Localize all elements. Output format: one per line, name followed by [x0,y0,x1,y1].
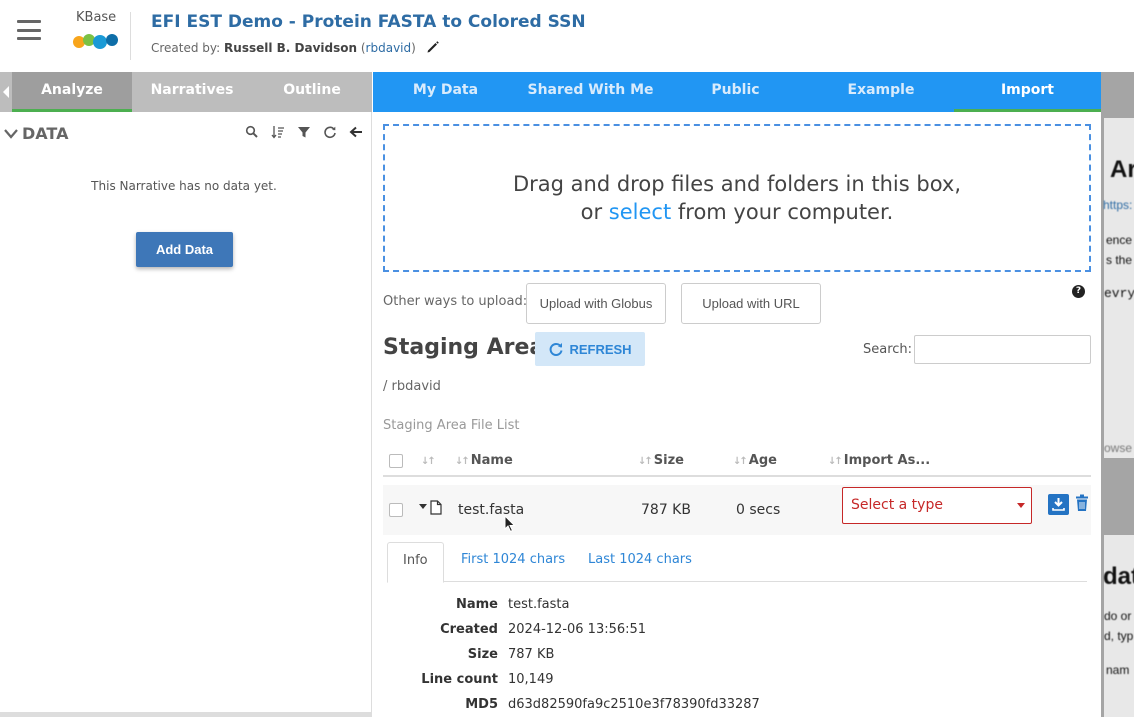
column-import-as[interactable]: ↓↑ Import As... [828,453,930,468]
drop-zone-or: or [580,200,603,224]
file-size: 787 KB [641,502,691,518]
tab-shared-with-me[interactable]: Shared With Me [518,72,663,112]
narrative-title[interactable]: EFI EST Demo - Protein FASTA to Colored … [151,12,586,32]
refresh-icon [550,343,563,356]
data-panel: DATA This Narrative has no data yet. Add… [0,112,372,717]
tab-import[interactable]: Import [954,72,1101,112]
sort-icon[interactable] [271,124,285,139]
search-icon[interactable] [245,124,259,138]
tab-example[interactable]: Example [808,72,954,112]
drop-zone-line1: Drag and drop files and folders in this … [512,172,962,196]
drop-zone-line2: or select from your computer. [581,198,894,226]
created-by: Created by: Russell B. Davidson (rbdavid… [151,41,416,55]
upload-url-button[interactable]: Upload with URL [681,283,821,324]
created-by-label: Created by: [151,41,221,55]
kbase-logo-icon [73,34,118,49]
filter-icon[interactable] [297,124,311,138]
staging-area-title: Staging Area [383,335,545,360]
file-age: 0 secs [736,502,781,518]
mouse-cursor-icon [504,515,516,533]
file-icon [430,500,442,515]
refresh-button-label: REFRESH [569,341,632,357]
bg-fragment: Ar [1110,156,1134,183]
info-key: Created [440,622,498,637]
select-files-link[interactable]: select [609,200,671,224]
author-handle-link[interactable]: rbdavid [366,41,412,55]
author-name: Russell B. Davidson [224,41,358,55]
refresh-button[interactable]: REFRESH [535,332,645,366]
data-panel-title: DATA [22,124,69,143]
left-panel-scrollbar[interactable] [0,712,372,717]
info-key: MD5 [465,697,498,712]
import-type-select[interactable]: Select a type [842,487,1032,524]
other-upload-label: Other ways to upload: [383,294,528,309]
info-value: d63d82590fa9c2510e3f78390fd33287 [508,697,760,712]
logo-text: KBase [76,10,117,25]
narrative-header: KBase EFI EST Demo - Protein FASTA to Co… [0,0,1134,72]
column-expand-sort[interactable]: ↓↑ [421,453,437,468]
bg-fragment: owse [1104,441,1133,455]
bg-fragment: https: [1103,198,1133,212]
bg-fragment: s the [1106,253,1133,267]
tab-narratives[interactable]: Narratives [132,72,252,112]
column-age[interactable]: ↓↑ Age [733,453,777,468]
file-table-header: ↓↑ ↓↑ Name ↓↑ Size ↓↑ Age ↓↑ Import As... [383,447,1091,477]
search-label: Search: [863,342,913,357]
staging-search-input[interactable] [914,335,1091,364]
tab-public[interactable]: Public [663,72,808,112]
bg-fragment: do or [1104,609,1132,623]
refresh-icon[interactable] [323,124,337,139]
select-all-checkbox[interactable] [389,454,403,468]
hamburger-menu-icon[interactable] [17,20,41,40]
tab-info[interactable]: Info [387,542,444,583]
data-panel-header[interactable]: DATA [4,124,68,143]
column-size[interactable]: ↓↑ Size [638,453,684,468]
bg-fragment: d, typ [1104,629,1134,643]
info-value: 10,149 [508,672,554,687]
info-key: Name [455,597,498,612]
pencil-icon[interactable] [426,40,440,54]
column-name[interactable]: ↓↑ Name [455,453,513,468]
select-arrow-icon [1017,503,1025,508]
file-list-label: Staging Area File List [383,418,520,433]
import-type-value: Select a type [851,497,943,513]
tab-outline[interactable]: Outline [252,72,372,112]
expand-caret-icon[interactable] [419,504,427,509]
data-panel-toolbar [245,124,363,139]
bg-fragment: ence [1106,233,1133,247]
drop-zone-suffix: from your computer. [677,200,894,224]
tab-my-data[interactable]: My Data [373,72,518,112]
info-value: test.fasta [508,597,570,612]
chevron-down-icon [4,128,18,139]
add-data-button[interactable]: Add Data [136,232,233,267]
download-icon[interactable] [1048,494,1069,515]
info-value: 787 KB [508,647,555,662]
tab-first-1024-chars[interactable]: First 1024 chars [461,542,565,582]
left-panel-tabs: Analyze Narratives Outline [0,72,372,112]
upload-globus-button[interactable]: Upload with Globus [526,283,666,324]
collapse-panel-icon[interactable] [3,86,9,98]
data-browser-dialog: My Data Shared With Me Public Example Im… [373,72,1101,717]
bg-fragment: nam [1106,663,1130,677]
tab-analyze[interactable]: Analyze [12,72,132,112]
file-detail-tabs: Info First 1024 chars Last 1024 chars [387,542,1087,583]
data-source-tabs: My Data Shared With Me Public Example Im… [373,72,1101,112]
header-divider [130,12,131,60]
bg-fragment: dat [1103,563,1134,590]
kbase-logo[interactable]: KBase [72,10,122,54]
file-drop-zone[interactable]: Drag and drop files and folders in this … [383,124,1091,272]
empty-data-message: This Narrative has no data yet. [91,179,277,193]
tab-last-1024-chars[interactable]: Last 1024 chars [588,542,692,582]
row-checkbox[interactable] [389,503,403,517]
table-row: test.fasta 787 KB 0 secs Select a type [383,485,1091,535]
help-icon[interactable]: ? [1072,285,1085,298]
info-key: Size [467,647,498,662]
info-value: 2024-12-06 13:56:51 [508,622,647,637]
arrow-left-icon[interactable] [349,124,363,138]
info-key: Line count [421,672,498,687]
staging-path: / rbdavid [383,379,441,394]
trash-icon[interactable] [1075,494,1089,512]
bg-fragment: evry [1104,286,1134,301]
